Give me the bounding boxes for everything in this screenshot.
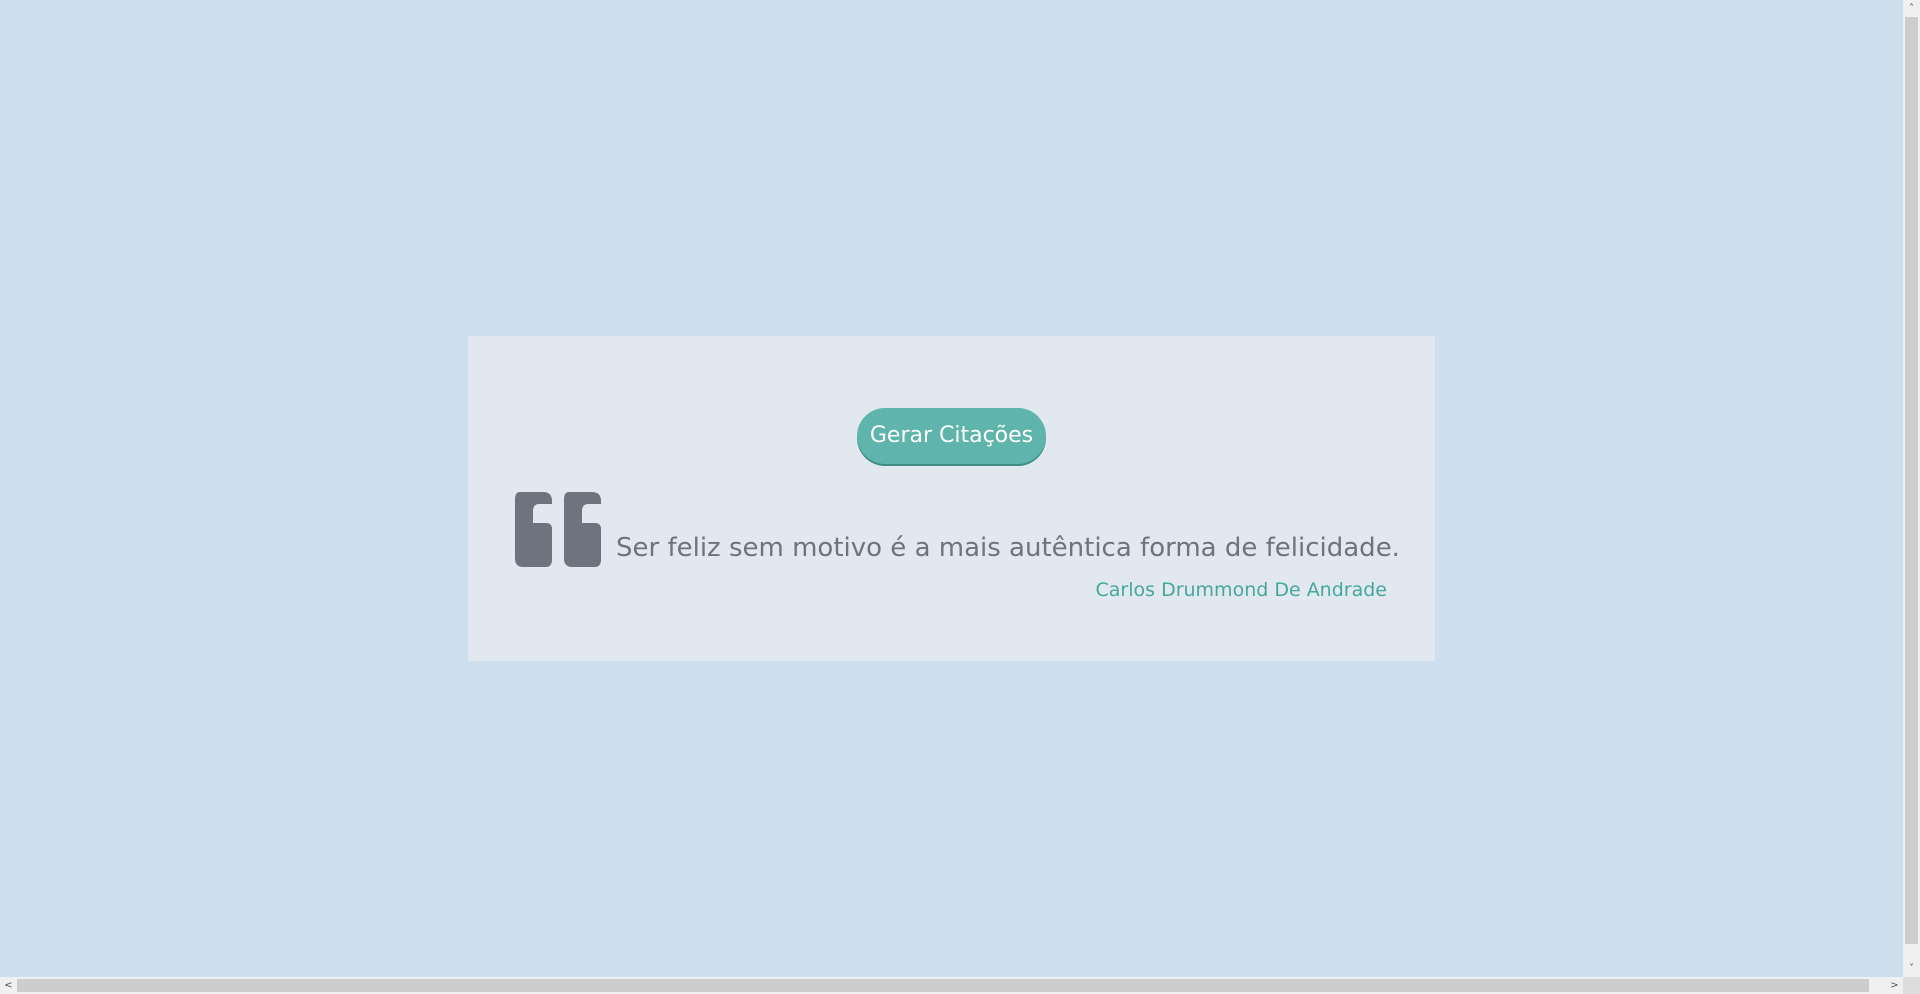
vertical-scroll-thumb[interactable] (1905, 17, 1918, 944)
generate-quotes-button[interactable]: Gerar Citações (857, 408, 1046, 464)
horizontal-scrollbar[interactable]: < > (0, 977, 1903, 994)
quote-author: Carlos Drummond De Andrade (1095, 579, 1388, 601)
quote-card: Gerar Citações Ser feliz sem motivo é a … (468, 336, 1435, 661)
vertical-scrollbar[interactable]: ˄ ˅ (1903, 0, 1920, 977)
page-viewport: Gerar Citações Ser feliz sem motivo é a … (0, 0, 1903, 978)
scroll-left-arrow[interactable]: < (0, 977, 17, 994)
quote-left-icon (515, 492, 601, 567)
scroll-up-arrow[interactable]: ˄ (1903, 0, 1920, 17)
scroll-down-arrow[interactable]: ˅ (1903, 960, 1920, 977)
scroll-right-arrow[interactable]: > (1886, 977, 1903, 994)
quote-text: Ser feliz sem motivo é a mais autêntica … (616, 533, 1400, 563)
horizontal-scroll-thumb[interactable] (17, 979, 1869, 992)
scrollbar-corner (1903, 977, 1920, 994)
